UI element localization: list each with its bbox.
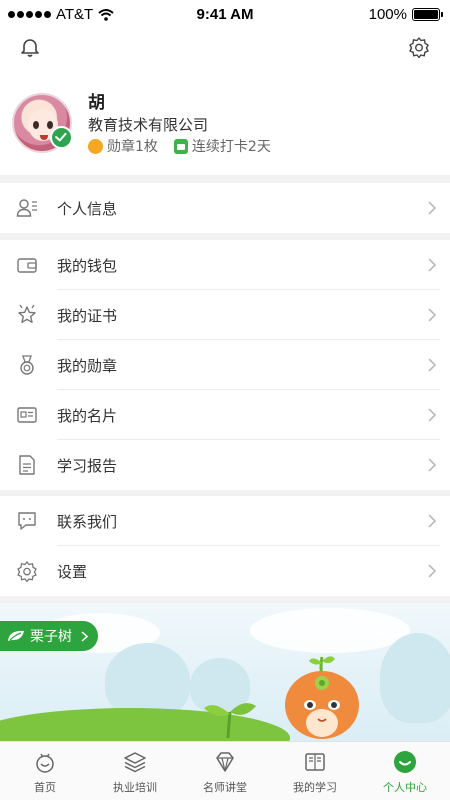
profile-icon [394, 751, 416, 773]
menu-label-personal-info: 个人信息 [57, 200, 118, 218]
menu-label-study-report: 学习报告 [57, 457, 118, 475]
sprout-illustration [204, 703, 256, 738]
battery-percent: 100% [368, 6, 407, 23]
menu-item-wallet[interactable]: 我的钱包 [0, 240, 450, 290]
verified-check-icon [50, 126, 73, 149]
chestnut-tree-button[interactable]: 栗子树 [0, 621, 98, 651]
bell-icon[interactable] [19, 36, 41, 58]
menu-group-account: 个人信息 [0, 183, 450, 233]
user-name: 胡 [88, 93, 105, 113]
menu-group-support: 联系我们 设置 [0, 496, 450, 596]
menu-label-medals: 我的勋章 [57, 357, 118, 375]
menu-label-contact-us: 联系我们 [57, 513, 118, 531]
menu-item-contact-us[interactable]: 联系我们 [0, 496, 450, 546]
medal-badge-icon [88, 138, 103, 154]
status-right: 100% [368, 6, 443, 23]
tab-label-home: 首页 [34, 781, 56, 794]
menu-label-wallet: 我的钱包 [57, 257, 118, 275]
company-name: 教育技术有限公司 [88, 116, 209, 134]
user-stats: 勋章1枚 连续打卡2天 [88, 136, 271, 156]
tab-label-profile: 个人中心 [383, 781, 427, 794]
calendar-icon [173, 138, 188, 154]
status-bar: AT&T 9:41 AM 100% [0, 0, 450, 30]
battery-icon [412, 8, 443, 21]
menu-item-personal-info[interactable]: 个人信息 [0, 183, 450, 233]
tab-profile[interactable]: 个人中心 [360, 742, 450, 800]
wallet-icon [17, 258, 37, 273]
profile-header: 胡 教育技术有限公司 勋章1枚 连续打卡2天 [0, 30, 450, 175]
business-card-icon [17, 407, 37, 423]
leaf-icon [8, 630, 24, 641]
tab-label-my-learning: 我的学习 [293, 781, 337, 794]
layers-icon [124, 752, 146, 773]
medal-count[interactable]: 勋章1枚 [88, 136, 158, 156]
chevron-right-icon [428, 201, 437, 215]
chevron-right-icon [428, 514, 437, 528]
star-certificate-icon [18, 304, 36, 323]
bottom-tab-bar: 首页 执业培训 名师讲堂 我的学习 个人中心 [0, 741, 450, 800]
tab-label-lectures: 名师讲堂 [203, 781, 247, 794]
chevron-right-icon [428, 564, 437, 578]
user-info-icon [16, 199, 37, 217]
medal-count-label: 勋章1枚 [107, 139, 158, 155]
menu-item-study-report[interactable]: 学习报告 [0, 440, 450, 490]
chevron-right-icon [428, 308, 437, 322]
tab-training[interactable]: 执业培训 [90, 742, 180, 800]
chestnut-tree-label: 栗子树 [30, 629, 72, 645]
settings-gear-icon [17, 561, 37, 582]
chevron-right-icon [428, 258, 437, 272]
report-icon [19, 455, 35, 475]
checkin-streak-label: 连续打卡2天 [191, 139, 271, 155]
menu-label-business-card: 我的名片 [57, 407, 118, 425]
book-icon [305, 753, 325, 771]
chevron-right-icon [428, 408, 437, 422]
chat-icon [18, 512, 36, 530]
chestnut-mascot-illustration [285, 656, 359, 739]
menu-label-certificates: 我的证书 [57, 307, 118, 325]
tab-lectures[interactable]: 名师讲堂 [180, 742, 270, 800]
chevron-right-icon [428, 458, 437, 472]
gear-icon[interactable] [408, 36, 430, 58]
promo-banner[interactable]: 栗子树 [0, 603, 450, 741]
tab-home[interactable]: 首页 [0, 742, 90, 800]
menu-label-settings: 设置 [57, 563, 88, 581]
medal-icon [20, 355, 34, 375]
tab-label-training: 执业培训 [113, 781, 157, 794]
chevron-right-icon [428, 358, 437, 372]
home-icon [36, 753, 54, 773]
chevron-right-icon [81, 630, 88, 642]
checkin-streak[interactable]: 连续打卡2天 [173, 136, 271, 156]
menu-item-medals[interactable]: 我的勋章 [0, 340, 450, 390]
diamond-icon [216, 752, 234, 772]
menu-group-assets: 我的钱包 我的证书 我的勋章 我的名片 学习报告 [0, 240, 450, 490]
menu-item-certificates[interactable]: 我的证书 [0, 290, 450, 340]
menu-item-settings[interactable]: 设置 [0, 546, 450, 596]
tab-my-learning[interactable]: 我的学习 [270, 742, 360, 800]
profile-screen: AT&T 9:41 AM 100% 胡 教育技术有限公司 勋章1枚 连续打卡2天… [0, 0, 450, 800]
menu-item-business-card[interactable]: 我的名片 [0, 390, 450, 440]
